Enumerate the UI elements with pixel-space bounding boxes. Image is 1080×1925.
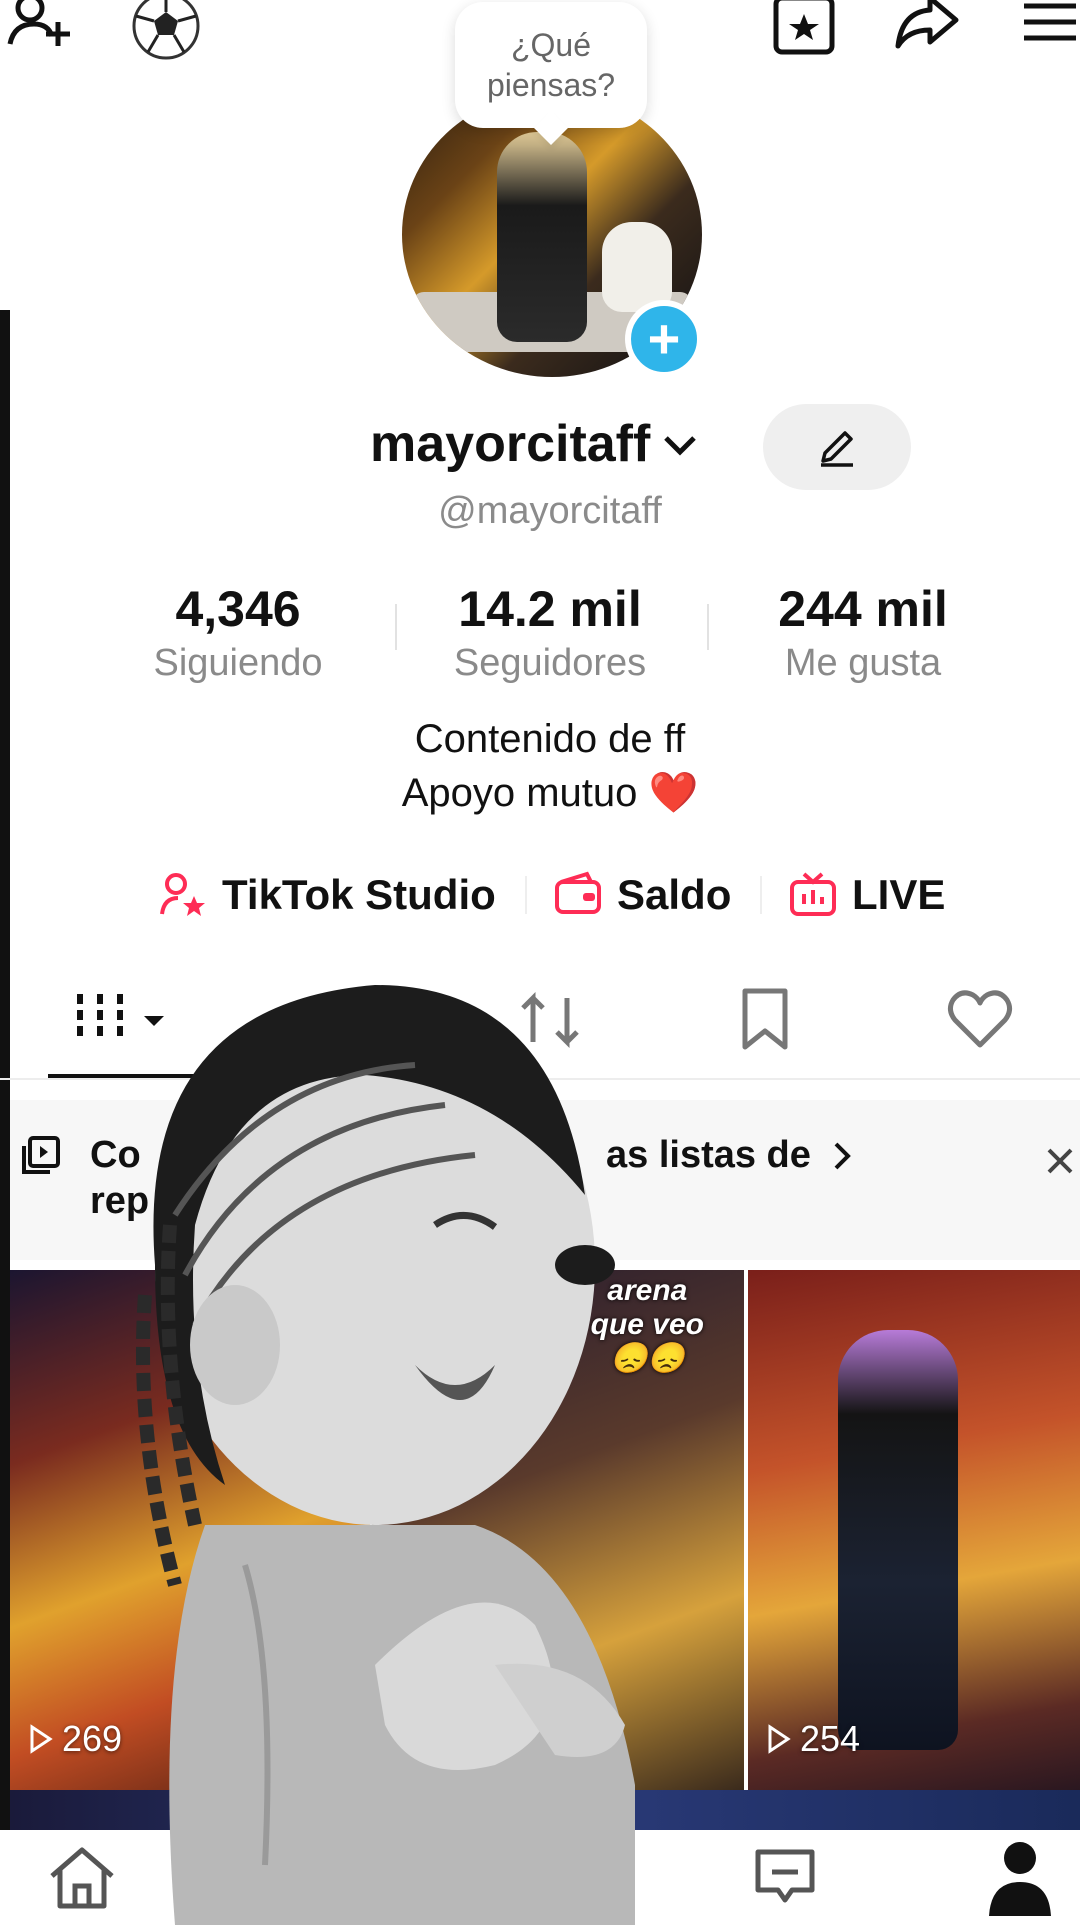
soccer-ball-icon[interactable] — [130, 0, 202, 62]
tooltip-line-2: piensas? — [486, 67, 616, 103]
video-character — [838, 1330, 958, 1750]
username: mayorcitaff — [370, 415, 651, 473]
edit-profile-button[interactable] — [763, 404, 911, 490]
stat-label: Seguidores — [453, 642, 647, 684]
live-link[interactable]: LIVE — [788, 865, 945, 925]
avatar-dog — [602, 222, 672, 312]
tiktok-studio-link[interactable]: TikTok Studio — [158, 865, 496, 925]
quick-link-label: TikTok Studio — [222, 871, 496, 918]
playlist-icon — [22, 1136, 60, 1174]
calendar-star-icon[interactable] — [768, 0, 840, 60]
stat-label: Me gusta — [784, 642, 942, 684]
add-friend-icon[interactable] — [4, 0, 76, 60]
stat-divider — [395, 604, 397, 650]
chevron-down-icon — [664, 436, 697, 456]
stat-value: 4,346 — [175, 581, 301, 637]
view-count: 269 — [28, 1718, 122, 1760]
tooltip-line-1: ¿Qué — [510, 27, 592, 63]
heart-icon — [947, 990, 1013, 1048]
inbox-icon[interactable] — [752, 1844, 818, 1910]
play-icon — [768, 1724, 791, 1754]
tv-icon — [790, 872, 836, 916]
add-story-button[interactable]: + — [625, 300, 703, 378]
stat-likes[interactable]: 244 mil Me gusta — [733, 580, 993, 685]
stat-label: Siguiendo — [153, 642, 323, 684]
stat-followers[interactable]: 14.2 mil Seguidores — [420, 580, 680, 685]
pencil-icon — [821, 431, 853, 467]
close-icon[interactable] — [1045, 1146, 1075, 1176]
stat-following[interactable]: 4,346 Siguiendo — [108, 580, 368, 685]
stat-divider — [707, 604, 709, 650]
overlay-baby-photo — [136, 985, 635, 1925]
wallet-icon — [555, 871, 601, 914]
quick-divider — [760, 876, 762, 914]
stat-value: 14.2 mil — [458, 581, 642, 637]
tab-liked[interactable] — [945, 985, 1015, 1055]
avatar-figure — [497, 132, 587, 342]
user-handle: @mayorcitaff — [438, 490, 662, 532]
video-thumbnail[interactable]: 254 — [748, 1270, 1080, 1790]
person-star-icon — [160, 873, 205, 916]
share-icon[interactable] — [890, 0, 962, 58]
quick-divider — [525, 876, 527, 914]
left-edge-strip — [0, 310, 10, 1850]
tab-saved[interactable] — [735, 985, 795, 1055]
chevron-right-icon — [834, 1142, 851, 1170]
home-icon[interactable] — [42, 1842, 122, 1912]
bio-line-1: Contenido de ff — [414, 717, 686, 761]
balance-link[interactable]: Saldo — [553, 865, 731, 925]
thoughts-tooltip[interactable]: ¿Qué piensas? — [455, 2, 647, 128]
view-count-value: 254 — [800, 1718, 861, 1759]
menu-icon[interactable] — [1014, 0, 1080, 60]
quick-link-label: Saldo — [617, 871, 732, 918]
plus-icon: + — [647, 307, 681, 370]
stat-value: 244 mil — [778, 581, 948, 637]
banner-text-end: as listas de — [606, 1134, 811, 1176]
view-count: 254 — [766, 1718, 860, 1760]
profile-icon[interactable] — [985, 1836, 1055, 1916]
bio-line-2: Apoyo mutuo ❤️ — [401, 771, 699, 815]
view-count-value: 269 — [62, 1718, 123, 1759]
bookmark-icon — [742, 988, 788, 1050]
quick-link-label: LIVE — [852, 871, 946, 918]
play-icon — [30, 1724, 53, 1754]
username-row[interactable]: mayorcitaff — [370, 414, 700, 474]
